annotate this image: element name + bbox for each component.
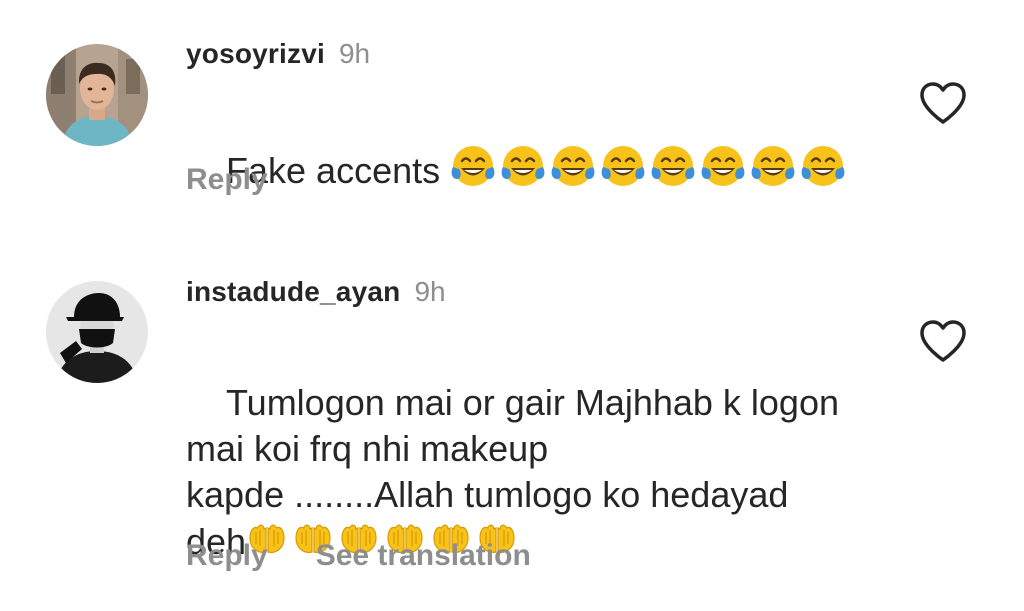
see-translation-button[interactable]: See translation <box>316 539 531 573</box>
avatar[interactable] <box>46 281 148 383</box>
like-button[interactable] <box>918 318 968 364</box>
comment-item: instadude_ayan 9h Tumlogon mai or gair M… <box>0 0 1024 607</box>
username[interactable]: instadude_ayan <box>186 276 400 308</box>
heart-outline-icon <box>920 320 966 362</box>
reply-button[interactable]: Reply <box>186 539 268 573</box>
comment-meta: instadude_ayan 9h <box>186 276 446 308</box>
timestamp: 9h <box>414 276 446 307</box>
comment-actions: Reply See translation <box>186 539 579 573</box>
avatar-image <box>46 281 148 383</box>
